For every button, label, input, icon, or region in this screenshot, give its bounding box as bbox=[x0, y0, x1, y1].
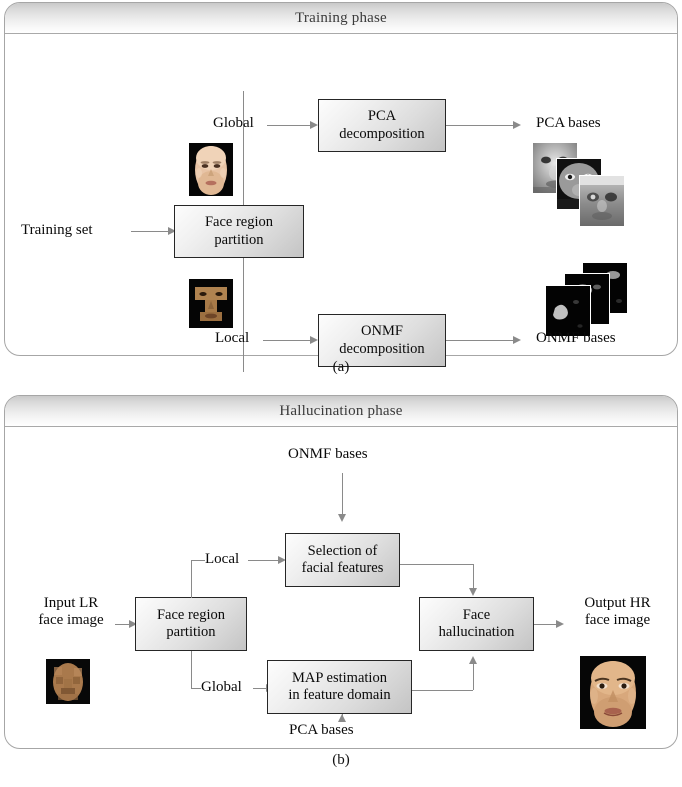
node-pca-decomposition-label: PCA decomposition bbox=[339, 108, 425, 142]
node-face-region-partition[interactable]: Face region partition bbox=[135, 597, 247, 651]
arrowhead-onmfbases-to-selection bbox=[338, 514, 346, 522]
connector-global-to-map bbox=[253, 688, 267, 689]
connector-local-to-onmf bbox=[263, 340, 311, 341]
label-pca-bases: PCA bases bbox=[536, 115, 601, 131]
connector-local-to-selection bbox=[248, 560, 279, 561]
arrowhead-onmf-to-bases bbox=[513, 336, 521, 344]
label-pca-bases-input: PCA bases bbox=[289, 722, 354, 738]
panel-a-title: Training phase bbox=[295, 9, 387, 26]
label-local-branch: Local bbox=[205, 551, 240, 567]
label-onmf-bases-input: ONMF bases bbox=[288, 446, 368, 462]
node-pca-decomposition[interactable]: PCA decomposition bbox=[318, 99, 446, 152]
panel-b-header: Hallucination phase bbox=[5, 396, 677, 427]
node-face-region-partition-label: Face region partition bbox=[156, 606, 226, 640]
caption-panel-b: (b) bbox=[332, 752, 350, 768]
connector-global-to-pca bbox=[267, 125, 311, 126]
connector-partition-spine-lower bbox=[243, 258, 244, 372]
node-face-hallucination-label: Face hallucination bbox=[438, 606, 515, 640]
connector-partition-up-local bbox=[191, 560, 192, 598]
caption-panel-a: (a) bbox=[332, 359, 350, 375]
panel-a-header: Training phase bbox=[5, 3, 677, 34]
node-face-region-partition-label: Face region partition bbox=[204, 214, 274, 248]
label-local-branch: Local bbox=[215, 330, 250, 346]
arrowhead-global-to-pca bbox=[310, 121, 318, 129]
arrowhead-hallucination-to-output bbox=[556, 620, 564, 628]
label-training-set: Training set bbox=[21, 222, 93, 238]
label-onmf-bases: ONMF bases bbox=[536, 330, 616, 346]
node-map-estimation-label: MAP estimation in feature domain bbox=[288, 669, 391, 703]
arrowhead-local-to-onmf bbox=[310, 336, 318, 344]
label-output-hr-face: Output HR face image bbox=[584, 595, 651, 629]
arrowhead-selection-to-hallucination bbox=[469, 588, 477, 596]
connector-partition-spine-upper bbox=[243, 91, 244, 205]
output-hr-face-thumbnail bbox=[580, 656, 646, 729]
panel-b-title: Hallucination phase bbox=[279, 402, 403, 419]
connector-onmfbases-to-selection bbox=[342, 473, 343, 516]
label-input-lr-face: Input LR face image bbox=[38, 595, 104, 629]
connector-hallucination-to-output bbox=[534, 624, 558, 625]
panel-b-body: ONMF bases Input LR face image Face regi… bbox=[5, 428, 677, 748]
node-map-estimation[interactable]: MAP estimation in feature domain bbox=[267, 660, 412, 714]
node-selection-of-facial-features-label: Selection of facial features bbox=[301, 542, 384, 576]
connector-partition-down-global bbox=[191, 651, 192, 689]
connector-trainingset-to-partition bbox=[131, 231, 169, 232]
input-lr-face-thumbnail bbox=[46, 659, 90, 704]
connector-map-to-hallucination-h bbox=[412, 690, 473, 691]
node-selection-of-facial-features[interactable]: Selection of facial features bbox=[285, 533, 400, 587]
connector-pca-to-bases bbox=[446, 125, 514, 126]
connector-local-stub bbox=[191, 560, 205, 561]
connector-selection-to-hallucination-h bbox=[400, 564, 473, 565]
panel-a-body: Training set Face region partition Globa… bbox=[5, 35, 677, 372]
local-face-region-thumbnail bbox=[189, 279, 233, 328]
connector-map-to-hallucination-v bbox=[473, 663, 474, 690]
node-face-region-partition[interactable]: Face region partition bbox=[174, 205, 304, 258]
label-global-branch: Global bbox=[213, 115, 254, 131]
panel-hallucination-phase: Hallucination phase ONMF bases Input LR … bbox=[4, 395, 678, 749]
global-face-thumbnail bbox=[189, 143, 233, 196]
panel-training-phase: Training phase Training set Face region … bbox=[4, 2, 678, 372]
connector-selection-to-hallucination-v bbox=[473, 564, 474, 591]
pca-basis-thumbnail bbox=[579, 175, 625, 227]
connector-onmf-to-bases bbox=[446, 340, 514, 341]
node-onmf-decomposition-label: ONMF decomposition bbox=[339, 323, 425, 357]
connector-global-stub bbox=[191, 688, 201, 689]
arrowhead-pca-to-bases bbox=[513, 121, 521, 129]
label-global-branch: Global bbox=[201, 679, 242, 695]
arrowhead-map-to-hallucination bbox=[469, 656, 477, 664]
node-face-hallucination[interactable]: Face hallucination bbox=[419, 597, 534, 651]
arrowhead-pcabases-to-map bbox=[338, 714, 346, 722]
